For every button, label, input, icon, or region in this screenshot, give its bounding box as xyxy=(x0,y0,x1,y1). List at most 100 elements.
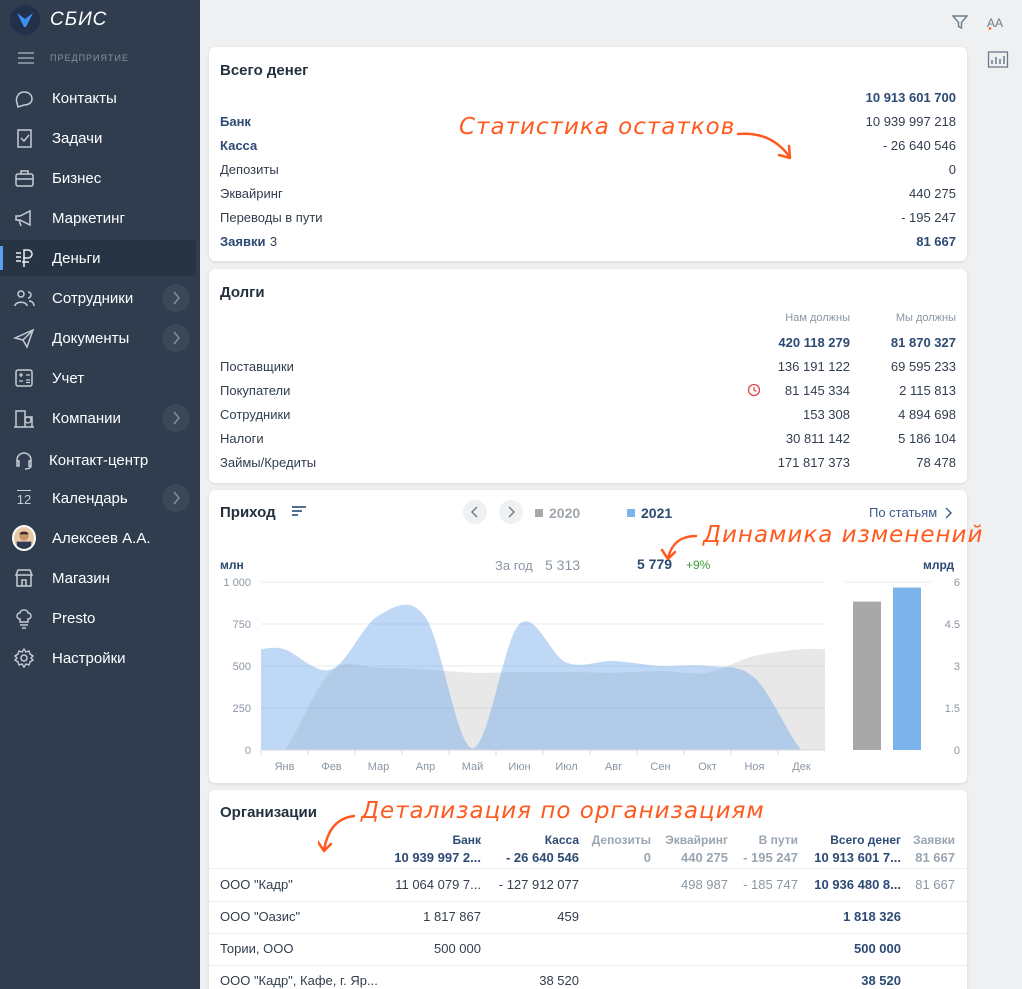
x-tick-label: Фев xyxy=(321,761,341,773)
annotation-stats: Статистика остатков xyxy=(459,114,736,140)
y-tick-label: 0 xyxy=(245,745,251,757)
legend-2020[interactable]: 2020 xyxy=(549,505,580,521)
sidebar-item-1[interactable]: Контакты xyxy=(0,80,196,116)
debt-owed-value[interactable]: 171 817 373 xyxy=(778,455,850,470)
debt-owed-value[interactable]: 81 145 334 xyxy=(785,383,850,398)
income-area-chart[interactable]: 1 000 750 500 250 0 Янв Фев Мар Апр Май Июн Июл Авг С… xyxy=(209,576,834,776)
org-row-name[interactable]: ООО "Оазис" xyxy=(220,909,300,924)
sidebar-item-12[interactable]: Алексеев А.А. xyxy=(0,520,196,556)
debt-owed-value[interactable]: 30 811 142 xyxy=(786,431,850,446)
sidebar-item-14[interactable]: Presto xyxy=(0,600,196,636)
expand-button[interactable] xyxy=(162,484,190,512)
sidebar-item-label: Настройки xyxy=(52,649,126,667)
org-col-header[interactable]: Банк xyxy=(452,833,481,847)
debt-row-label: Сотрудники xyxy=(220,407,291,422)
org-cell: 38 520 xyxy=(861,973,901,988)
org-col-total: 440 275 xyxy=(681,850,728,865)
sidebar-item-8[interactable]: Учет xyxy=(0,360,196,396)
chevron-right-icon xyxy=(508,506,515,518)
sidebar-item-13[interactable]: Магазин xyxy=(0,560,196,596)
menu-caption: ПРЕДПРИЯТИЕ xyxy=(50,53,129,63)
org-row-name[interactable]: ООО "Кадр", Кафе, г. Яр... xyxy=(220,973,378,988)
sidebar-item-9[interactable]: Компании xyxy=(0,400,196,436)
expand-button[interactable] xyxy=(162,324,190,352)
org-col-total: 0 xyxy=(643,850,651,865)
total-owed-to-us: 420 118 279 xyxy=(778,335,850,350)
org-col-total: - 195 247 xyxy=(743,850,798,865)
font-size-icon[interactable]: AA xyxy=(987,14,1007,35)
sidebar-item-6[interactable]: Сотрудники xyxy=(0,280,196,316)
money-title: Всего денег xyxy=(220,62,309,79)
sidebar-item-7[interactable]: Документы xyxy=(0,320,196,356)
annotation-dynamics: Динамика изменений xyxy=(703,522,984,548)
money-row-value: 0 xyxy=(948,162,956,177)
burger-icon xyxy=(18,52,34,64)
org-col-header[interactable]: Всего денег xyxy=(830,833,901,847)
bar-2021[interactable] xyxy=(893,587,921,750)
next-button[interactable] xyxy=(499,500,523,524)
sidebar-item-5[interactable]: Деньги xyxy=(0,240,196,276)
sidebar-item-label: Магазин xyxy=(52,569,110,587)
legend-2021[interactable]: 2021 xyxy=(641,505,672,521)
chevron-right-icon xyxy=(173,411,180,425)
y-tick-label: 4.5 xyxy=(945,619,960,631)
expand-button[interactable] xyxy=(162,284,190,312)
area-series-2021[interactable] xyxy=(261,604,825,750)
sidebar-item-11[interactable]: 12 Календарь xyxy=(0,480,196,516)
chat-icon xyxy=(12,86,36,110)
filter-icon[interactable] xyxy=(951,13,969,36)
org-col-header[interactable]: Депозиты xyxy=(592,833,651,847)
sidebar-item-label: Деньги xyxy=(52,249,101,267)
chevron-right-icon xyxy=(173,491,180,505)
org-col-header[interactable]: Касса xyxy=(545,833,579,847)
y-tick-label: 3 xyxy=(954,661,960,673)
org-col-header[interactable]: Заявки xyxy=(913,833,955,847)
org-cell: 500 000 xyxy=(854,941,901,956)
sidebar-item-15[interactable]: Настройки xyxy=(0,640,196,676)
money-card: Всего денег 10 913 601 700 Заявки 3 81 6… xyxy=(209,47,967,261)
money-row-label[interactable]: Касса xyxy=(220,138,257,153)
debt-owe-value[interactable]: 2 115 813 xyxy=(899,383,956,398)
sidebar-item-label: Сотрудники xyxy=(52,289,134,307)
org-row-name[interactable]: Тории, ООО xyxy=(220,941,293,956)
debt-owed-value[interactable]: 136 191 122 xyxy=(778,359,850,374)
menu-toggle[interactable]: ПРЕДПРИЯТИЕ xyxy=(18,52,129,64)
sidebar-item-label: Бизнес xyxy=(52,169,102,187)
task-icon xyxy=(12,126,36,150)
sort-icon[interactable] xyxy=(291,505,307,524)
sidebar-item-10[interactable]: Контакт-центр xyxy=(0,442,196,478)
by-items-link[interactable]: По статьям xyxy=(869,505,937,520)
money-row-label: Эквайринг xyxy=(220,186,283,201)
expand-button[interactable] xyxy=(162,404,190,432)
bar-2020[interactable] xyxy=(853,601,881,750)
money-row-label[interactable]: Банк xyxy=(220,114,251,129)
debt-owe-value[interactable]: 4 894 698 xyxy=(898,407,956,422)
money-row-value: - 195 247 xyxy=(901,210,956,225)
sidebar-item-3[interactable]: Бизнес xyxy=(0,160,196,196)
report-icon[interactable] xyxy=(987,50,1009,75)
col-owed-to-us: Нам должны xyxy=(785,312,850,324)
x-tick-label: Окт xyxy=(698,761,717,773)
debt-owed-value[interactable]: 153 308 xyxy=(803,407,850,422)
money-total: 10 913 601 700 xyxy=(865,90,956,105)
logo[interactable]: СБИС xyxy=(10,5,107,35)
org-col-header[interactable]: Эквайринг xyxy=(665,833,728,847)
org-row-name[interactable]: ООО "Кадр" xyxy=(220,877,293,892)
debt-owe-value[interactable]: 69 595 233 xyxy=(891,359,956,374)
debt-row-label: Налоги xyxy=(220,431,264,446)
y-tick-label: 500 xyxy=(233,661,251,673)
debt-owe-value[interactable]: 78 478 xyxy=(916,455,956,470)
sidebar-item-label: Календарь xyxy=(52,489,128,507)
megaphone-icon xyxy=(12,206,36,230)
debt-owe-value[interactable]: 5 186 104 xyxy=(898,431,956,446)
sidebar-item-2[interactable]: Задачи xyxy=(0,120,196,156)
unit-right: млрд xyxy=(923,558,955,572)
org-cell: 81 667 xyxy=(915,877,955,892)
org-col-header[interactable]: В пути xyxy=(759,833,798,847)
income-bar-chart[interactable]: 6 4.5 3 1.5 0 xyxy=(839,576,964,776)
sidebar-item-4[interactable]: Маркетинг xyxy=(0,200,196,236)
chef-icon xyxy=(12,606,36,630)
prev-button[interactable] xyxy=(463,500,487,524)
unit-left: млн xyxy=(220,558,244,572)
money-requests[interactable]: Заявки 3 xyxy=(220,233,277,251)
